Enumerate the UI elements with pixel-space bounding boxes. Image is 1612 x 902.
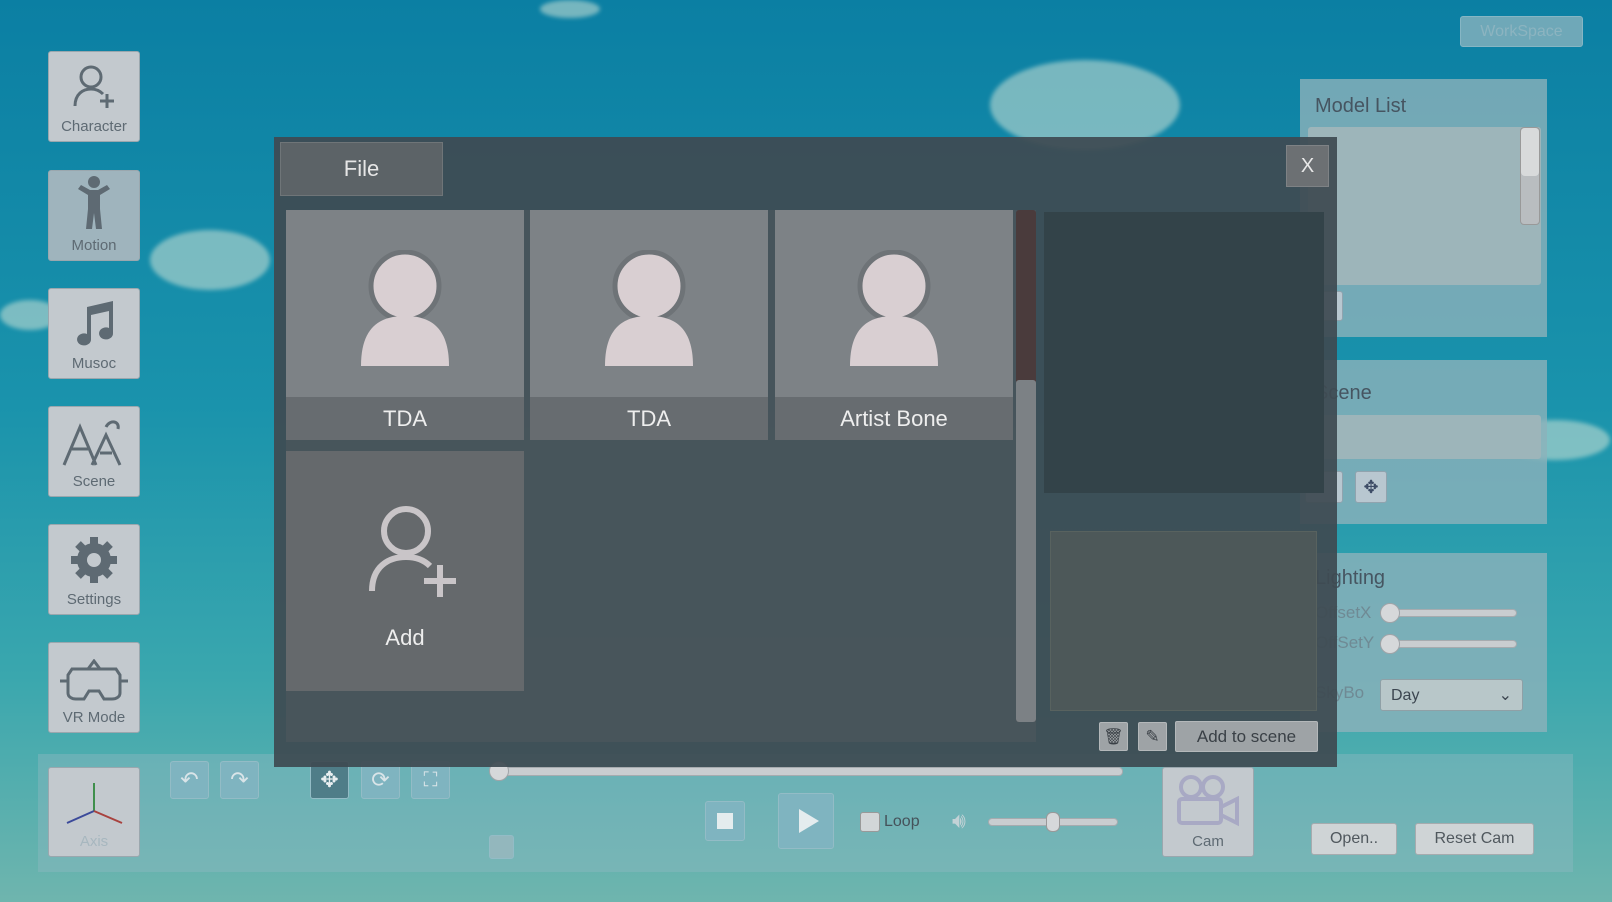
offset-x-handle[interactable] [1380,603,1400,623]
axis-icon [66,783,123,824]
offset-y-handle[interactable] [1380,634,1400,654]
person-add-icon [73,65,114,108]
small-button[interactable] [489,835,514,859]
vr-headset-icon [60,659,128,701]
skybox-dropdown[interactable]: Day ⌄ [1380,679,1523,711]
model-name: TDA [286,397,524,440]
reset-cam-button[interactable]: Reset Cam [1415,823,1534,855]
sidebar-item-motion[interactable]: Motion [48,170,140,261]
tab-file[interactable]: File [280,142,443,196]
sidebar-item-music[interactable]: Musoc [48,288,140,379]
avatar-icon [361,250,449,366]
scene-field[interactable] [1308,415,1541,459]
skybox-value: Day [1391,687,1420,704]
avatar-icon [605,250,693,366]
timeline-slider[interactable] [498,767,1123,776]
redo-icon: ↷ [230,767,249,792]
edit-icon: ✎ [1145,726,1160,746]
loop-checkbox[interactable] [860,812,880,832]
grid-scrollbar-handle[interactable] [1016,380,1036,722]
scale-icon: ⛶ [423,768,438,791]
cam-button[interactable]: Cam [1162,767,1254,857]
camera-icon [1177,775,1239,827]
model-card[interactable]: Artist Bone [775,210,1013,440]
move-icon: ✥ [320,767,339,792]
add-label: Add [385,625,425,650]
edit-button[interactable]: ✎ [1138,722,1167,751]
lighting-panel: Lighting OffsetX OffSetY SkyBo Day ⌄ [1300,553,1547,732]
axis-label: Axis [79,833,109,850]
undo-icon: ↶ [180,767,199,792]
redo-button[interactable]: ↷ [220,761,259,799]
volume-icon: 🔊︎ [952,808,966,833]
model-name: Artist Bone [775,397,1013,440]
workspace-button[interactable]: WorkSpace [1460,16,1583,47]
sidebar-item-label: Character [61,118,127,135]
rotate-icon: ⟳ [371,767,390,792]
volume-handle[interactable] [1046,812,1060,832]
gear-icon [71,537,117,583]
chevron-down-icon: ⌄ [1498,687,1512,704]
close-button[interactable]: X [1286,145,1329,187]
add-to-scene-button[interactable]: Add to scene [1175,721,1318,752]
axis-button[interactable]: Axis [48,767,140,857]
sidebar-item-character[interactable]: Character [48,51,140,142]
figure-icon [78,176,110,229]
undo-button[interactable]: ↶ [170,761,209,799]
model-card[interactable]: TDA [530,210,768,440]
model-list[interactable] [1308,127,1541,285]
person-add-icon [369,506,456,597]
loop-label: Loop [884,813,920,830]
model-card[interactable]: TDA [286,210,524,440]
stop-icon [717,813,733,829]
model-name: TDA [530,397,768,440]
play-icon [798,809,819,833]
sidebar-item-settings[interactable]: Settings [48,524,140,615]
offset-x-slider[interactable] [1380,609,1517,617]
sidebar-item-label: Scene [72,473,116,490]
trash-icon: 🗑︎ [1103,728,1124,746]
sidebar-item-label: VR Mode [62,709,126,726]
stop-button[interactable] [705,801,745,841]
model-list-panel: Model List [1300,79,1547,337]
add-model-card[interactable]: Add [286,451,524,691]
details-panel [1050,531,1317,711]
delete-button[interactable]: 🗑︎ [1099,722,1128,751]
move-icon: ✥ [1363,476,1379,497]
sidebar-item-vr-mode[interactable]: VR Mode [48,642,140,733]
play-button[interactable] [778,793,834,849]
music-note-icon [77,301,114,346]
scene-icon [62,420,122,466]
scene-panel: Scene ✥ [1300,360,1547,524]
move-scene-button[interactable]: ✥ [1355,471,1387,503]
offset-y-slider[interactable] [1380,640,1517,648]
sidebar-item-label: Musoc [71,355,117,372]
grid-scrollbar[interactable] [1016,210,1036,722]
model-list-scrollbar[interactable] [1520,127,1540,225]
model-list-title: Model List [1315,95,1407,117]
sidebar-item-label: Motion [71,237,117,254]
cam-label: Cam [1192,833,1224,850]
sidebar-item-label: Settings [66,591,122,608]
open-button[interactable]: Open.. [1311,823,1397,855]
sidebar-item-scene[interactable]: Scene [48,406,140,497]
preview-panel [1044,212,1324,493]
avatar-icon [850,250,938,366]
